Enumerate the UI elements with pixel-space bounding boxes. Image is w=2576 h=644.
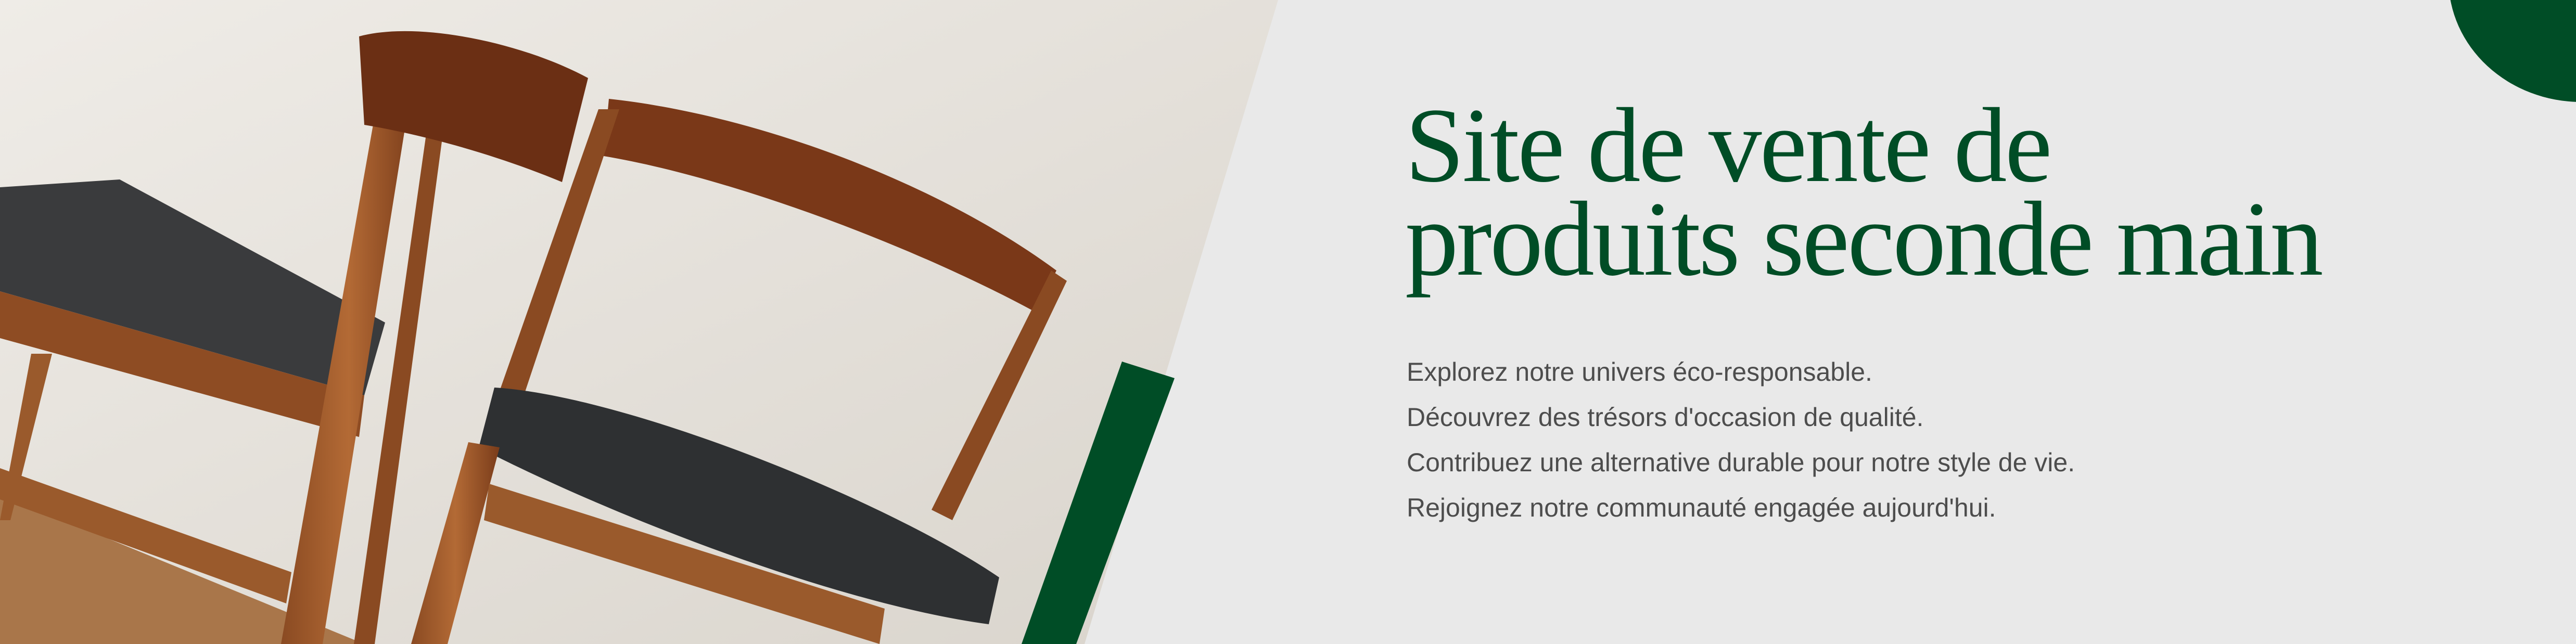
hero-photo-chairs xyxy=(0,0,2576,644)
description-line: Découvrez des trésors d'occasion de qual… xyxy=(1407,403,1924,432)
title-line-1: Site de vente de xyxy=(1405,86,2052,204)
green-corner-circle xyxy=(2450,0,2576,102)
description-line: Explorez notre univers éco-responsable. xyxy=(1407,357,1872,387)
page-title: Site de vente de produits seconde main xyxy=(1405,86,2324,298)
description-line: Contribuez une alternative durable pour … xyxy=(1407,448,2075,477)
title-line-2: produits seconde main xyxy=(1405,180,2324,298)
description-line: Rejoignez notre communauté engagée aujou… xyxy=(1407,493,1996,522)
description-lines: Explorez notre univers éco-responsable. … xyxy=(1407,350,2075,531)
